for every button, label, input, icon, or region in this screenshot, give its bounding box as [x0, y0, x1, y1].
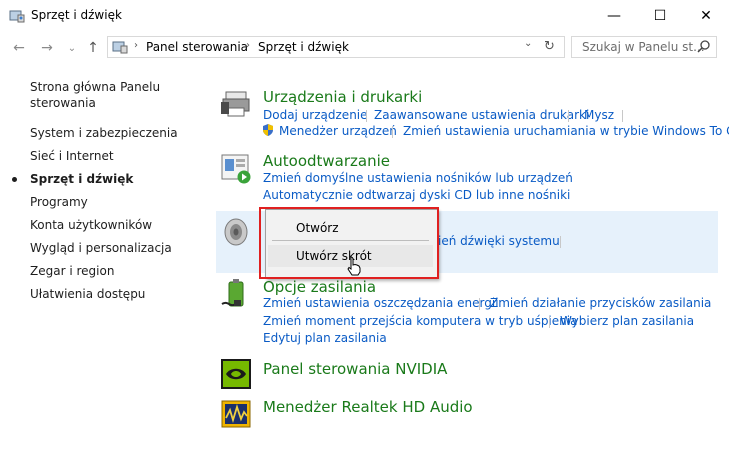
sidebar-item-network[interactable]: Sieć i Internet	[30, 149, 114, 163]
link-separator	[560, 236, 561, 248]
up-arrow-icon: ↑	[87, 40, 99, 56]
link-system-sounds[interactable]: ień dźwięki systemu	[438, 234, 560, 248]
up-button[interactable]: ↑	[84, 39, 102, 57]
link-separator	[549, 316, 550, 328]
breadcrumb-control-panel[interactable]: Panel sterowania	[146, 40, 248, 54]
link-separator	[568, 110, 569, 122]
minimize-button[interactable]: —	[591, 0, 637, 31]
sidebar-item-appearance[interactable]: Wygląd i personalizacja	[30, 241, 172, 255]
maximize-icon: ☐	[653, 7, 667, 24]
sidebar-item-accessibility[interactable]: Ułatwienia dostępu	[30, 287, 145, 301]
link-sleep-timing[interactable]: Zmień moment przejścia komputera w tryb …	[263, 314, 577, 328]
link-autoplay-cd[interactable]: Automatycznie odtwarzaj dyski CD lub inn…	[263, 188, 570, 202]
sidebar-item-hardware[interactable]: Sprzęt i dźwięk	[30, 172, 133, 186]
link-add-device[interactable]: Dodaj urządzenie	[263, 108, 368, 122]
breadcrumb-separator: ›	[246, 40, 250, 51]
breadcrumb-separator: ›	[134, 40, 138, 51]
category-title-power[interactable]: Opcje zasilania	[263, 278, 376, 296]
nvidia-icon	[221, 359, 251, 389]
close-icon: ✕	[700, 7, 712, 24]
link-choose-plan[interactable]: Wybierz plan zasilania	[560, 314, 694, 328]
speaker-icon	[224, 218, 248, 246]
back-button[interactable]: ←	[10, 39, 28, 57]
sidebar-item-system[interactable]: System i zabezpieczenia	[30, 126, 178, 140]
close-button[interactable]: ✕	[683, 0, 729, 31]
link-separator	[366, 110, 367, 122]
shield-icon	[263, 124, 273, 136]
control-panel-small-icon	[112, 41, 128, 54]
address-dropdown-icon[interactable]: ⌄	[524, 38, 532, 49]
category-title-devices[interactable]: Urządzenia i drukarki	[263, 88, 422, 106]
category-title-autoplay[interactable]: Autoodtwarzanie	[263, 152, 390, 170]
search-placeholder: Szukaj w Panelu st...	[582, 40, 705, 54]
category-title-nvidia[interactable]: Panel sterowania NVIDIA	[263, 360, 447, 378]
title-bar: Sprzęt i dźwięk — ☐ ✕	[0, 0, 729, 31]
breadcrumb-hardware-sound[interactable]: Sprzęt i dźwięk	[258, 40, 349, 54]
control-panel-icon	[9, 10, 25, 23]
link-separator	[392, 126, 393, 138]
sidebar-item-programs[interactable]: Programy	[30, 195, 88, 209]
link-mouse[interactable]: Mysz	[584, 108, 614, 122]
back-arrow-icon: ←	[13, 40, 25, 56]
sidebar-item-clock[interactable]: Zegar i region	[30, 264, 114, 278]
search-icon[interactable]	[696, 39, 712, 55]
address-bar[interactable]: › Panel sterowania › Sprzęt i dźwięk ⌄ ↻	[107, 36, 565, 58]
battery-plug-icon	[221, 279, 244, 307]
link-separator	[622, 110, 623, 122]
minimize-icon: —	[607, 7, 621, 24]
category-title-realtek[interactable]: Menedżer Realtek HD Audio	[263, 398, 473, 416]
autoplay-icon	[221, 154, 251, 184]
refresh-icon[interactable]: ↻	[544, 39, 555, 54]
link-power-buttons[interactable]: Zmień działanie przycisków zasilania	[490, 296, 711, 310]
sidebar-home-line1[interactable]: Strona główna Panelu	[30, 80, 160, 94]
chevron-down-icon: ⌄	[67, 42, 77, 54]
sidebar-item-accounts[interactable]: Konta użytkowników	[30, 218, 152, 232]
recent-locations-button[interactable]: ⌄	[63, 39, 81, 57]
realtek-audio-icon	[221, 400, 251, 428]
window-title: Sprzęt i dźwięk	[31, 8, 122, 22]
link-power-saving[interactable]: Zmień ustawienia oszczędzania energii	[263, 296, 499, 310]
link-device-manager[interactable]: Menedżer urządzeń	[279, 124, 397, 138]
maximize-button[interactable]: ☐	[637, 0, 683, 31]
search-box[interactable]: Szukaj w Panelu st...	[571, 36, 717, 58]
link-default-media-settings[interactable]: Zmień domyślne ustawienia nośników lub u…	[263, 171, 573, 185]
sidebar-home-line2[interactable]: sterowania	[30, 96, 96, 110]
link-edit-plan[interactable]: Edytuj plan zasilania	[263, 331, 387, 345]
forward-button[interactable]: →	[38, 39, 56, 57]
printer-icon	[221, 91, 250, 117]
link-windows-to-go[interactable]: Zmień ustawienia uruchamiania w trybie W…	[403, 124, 729, 138]
hand-cursor-icon	[347, 256, 361, 276]
active-bullet	[12, 177, 17, 182]
forward-arrow-icon: →	[41, 40, 53, 56]
link-separator	[479, 298, 480, 310]
link-printer-settings[interactable]: Zaawansowane ustawienia drukarki	[374, 108, 589, 122]
